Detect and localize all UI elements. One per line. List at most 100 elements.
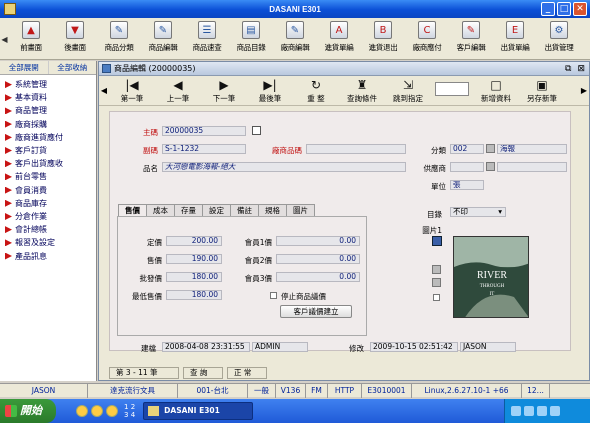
product-name-field[interactable]: 大河戀電影海報-絕大 bbox=[162, 162, 406, 172]
minimize-button[interactable]: _ bbox=[541, 2, 555, 16]
collapse-all-tab[interactable]: 全部收納 bbox=[49, 61, 97, 74]
member2-price-field[interactable]: 0.00 bbox=[276, 254, 360, 264]
nav-icon: ▶| bbox=[263, 78, 277, 92]
tab-2[interactable]: 存量 bbox=[174, 204, 203, 216]
subwindow-close-icon[interactable]: ⊠ bbox=[577, 64, 585, 74]
tab-1[interactable]: 成本 bbox=[146, 204, 175, 216]
supplier-field[interactable] bbox=[450, 162, 484, 172]
toolbar-item-0[interactable]: ▲ 前畫面 bbox=[9, 18, 53, 60]
main-code-field[interactable]: 20000035 bbox=[162, 126, 246, 136]
tab-5[interactable]: 規格 bbox=[258, 204, 287, 216]
wholesale-price-field[interactable]: 180.00 bbox=[166, 272, 222, 282]
calendar-icon[interactable] bbox=[252, 126, 261, 135]
toolbar-item-10[interactable]: ✎ 客戶編輯 bbox=[449, 18, 493, 60]
sidebar-item-11[interactable]: 會計總帳 bbox=[0, 223, 96, 236]
security-icon[interactable] bbox=[537, 406, 547, 416]
member1-price-field[interactable]: 0.00 bbox=[276, 236, 360, 246]
nav-icon: ↻ bbox=[310, 78, 322, 92]
close-button[interactable]: ✕ bbox=[573, 2, 587, 16]
sidebar-item-12[interactable]: 報習及設定 bbox=[0, 236, 96, 249]
nav-button-0[interactable]: |◀ 第一筆 bbox=[109, 76, 155, 104]
sidebar-item-label: 會計總帳 bbox=[15, 225, 47, 235]
maximize-button[interactable]: □ bbox=[557, 2, 571, 16]
category-code-field[interactable]: 002 bbox=[450, 144, 484, 154]
taskbar-app-item[interactable]: DASANI E301 bbox=[143, 402, 254, 420]
stop-bargain-checkbox[interactable] bbox=[270, 292, 277, 299]
image-checkbox[interactable] bbox=[433, 294, 440, 301]
sidebar-item-2[interactable]: 商品管理 bbox=[0, 104, 96, 117]
created-time-field: 2008-04-08 23:31:55 bbox=[162, 342, 250, 352]
tab-3[interactable]: 設定 bbox=[202, 204, 231, 216]
nav-button-2[interactable]: ▶ 下一筆 bbox=[201, 76, 247, 104]
sidebar-item-5[interactable]: 客戶訂貨 bbox=[0, 144, 96, 157]
unit-field[interactable]: 張 bbox=[450, 180, 484, 190]
volume-icon[interactable] bbox=[524, 406, 534, 416]
media-icon[interactable] bbox=[91, 405, 103, 417]
toolbar-item-8[interactable]: B 進貨退出 bbox=[361, 18, 405, 60]
customer-price-button[interactable]: 客戶議價建立 bbox=[280, 305, 352, 318]
tab-4[interactable]: 備註 bbox=[230, 204, 259, 216]
record-state: 正 常 bbox=[227, 367, 267, 379]
network-icon[interactable] bbox=[511, 406, 521, 416]
toolbar-item-1[interactable]: ▼ 後畫面 bbox=[53, 18, 97, 60]
catalog-label: 目錄 bbox=[427, 210, 442, 219]
nav-button-8[interactable]: ▣ 另存新筆 bbox=[519, 76, 565, 104]
sidebar-item-3[interactable]: 廠商採購 bbox=[0, 118, 96, 131]
nav-button-1[interactable]: ◀ 上一筆 bbox=[155, 76, 201, 104]
detail-tabs: 售價 成本 存量 設定 備註 規格 圖片 bbox=[118, 204, 315, 216]
tab-6[interactable]: 圖片 bbox=[286, 204, 315, 216]
nav-scroll-right-icon[interactable]: ▶ bbox=[579, 76, 589, 106]
toolbar-item-6[interactable]: ✎ 廠商編輯 bbox=[273, 18, 317, 60]
sidebar-item-label: 基本資料 bbox=[15, 93, 47, 103]
save-image-icon[interactable] bbox=[432, 236, 442, 246]
sub-code-field[interactable]: S-1-1232 bbox=[162, 144, 246, 154]
supplier-lookup-icon[interactable] bbox=[486, 162, 495, 171]
tab-0[interactable]: 售價 bbox=[118, 204, 147, 216]
member3-price-field[interactable]: 0.00 bbox=[276, 272, 360, 282]
toolbar-item-4[interactable]: ☰ 商品速查 bbox=[185, 18, 229, 60]
sidebar-item-13[interactable]: 產品訊息 bbox=[0, 249, 96, 262]
nav-button-6[interactable]: ⇲ 跳到指定 bbox=[385, 76, 431, 104]
vendor-code-field[interactable] bbox=[306, 144, 406, 154]
sidebar-item-0[interactable]: 系統管理 bbox=[0, 78, 96, 91]
min-price-field[interactable]: 180.00 bbox=[166, 290, 222, 300]
catalog-select[interactable]: 不印 ▾ bbox=[450, 207, 506, 217]
sale-price-field[interactable]: 190.00 bbox=[166, 254, 222, 264]
desktop-pager[interactable]: 1 2 3 4 bbox=[124, 403, 135, 419]
sidebar-item-10[interactable]: 分倉作業 bbox=[0, 210, 96, 223]
toolbar-item-9[interactable]: C 廠商應付 bbox=[405, 18, 449, 60]
record-position: 第 3 - 11 筆 bbox=[109, 367, 179, 379]
start-button[interactable]: 開始 bbox=[0, 399, 56, 423]
update-icon[interactable] bbox=[550, 406, 560, 416]
jump-to-input[interactable] bbox=[435, 82, 469, 96]
toolbar-item-12[interactable]: ⚙ 出貨管理 bbox=[537, 18, 581, 60]
browser-icon[interactable] bbox=[76, 405, 88, 417]
sidebar-item-8[interactable]: 會員消費 bbox=[0, 184, 96, 197]
sidebar-item-4[interactable]: 廠商進貨應付 bbox=[0, 131, 96, 144]
toolbar-item-7[interactable]: A 進貨單編 bbox=[317, 18, 361, 60]
toolbar-scroll-left-icon[interactable]: ◀ bbox=[0, 18, 9, 60]
nav-button-4[interactable]: ↻ 重 整 bbox=[293, 76, 339, 104]
sidebar-item-7[interactable]: 前台零售 bbox=[0, 170, 96, 183]
nav-button-7[interactable]: □ 新增資料 bbox=[473, 76, 519, 104]
nav-button-5[interactable]: ♜ 查詢條件 bbox=[339, 76, 385, 104]
image-option-icon[interactable] bbox=[432, 265, 441, 274]
sidebar-item-6[interactable]: 客戶出貨應收 bbox=[0, 157, 96, 170]
toolbar-item-5[interactable]: ▤ 商品目錄 bbox=[229, 18, 273, 60]
nav-scroll-left-icon[interactable]: ◀ bbox=[99, 76, 109, 106]
expand-all-tab[interactable]: 全部展開 bbox=[0, 61, 49, 74]
toolbar-item-11[interactable]: E 出貨單編 bbox=[493, 18, 537, 60]
sidebar-item-9[interactable]: 商品庫存 bbox=[0, 197, 96, 210]
toolbar-item-2[interactable]: ✎ 商品分類 bbox=[97, 18, 141, 60]
stop-bargain-label: 停止商品議價 bbox=[281, 292, 326, 301]
desktop-icon[interactable] bbox=[106, 405, 118, 417]
toolbar-item-3[interactable]: ✎ 商品編輯 bbox=[141, 18, 185, 60]
image-option2-icon[interactable] bbox=[432, 278, 441, 287]
list-price-field[interactable]: 200.00 bbox=[166, 236, 222, 246]
nav-button-3[interactable]: ▶| 最後筆 bbox=[247, 76, 293, 104]
sidebar-item-1[interactable]: 基本資料 bbox=[0, 91, 96, 104]
category-lookup-icon[interactable] bbox=[486, 144, 495, 153]
restore-icon[interactable]: ⧉ bbox=[565, 64, 571, 74]
edit-icon: ✎ bbox=[286, 21, 304, 39]
sidebar-menu: 系統管理基本資料 商品管理 廠商採購 廠商進貨應付 客戶訂貨 客戶出貨應收 前台零售 會員消費… bbox=[0, 75, 96, 263]
